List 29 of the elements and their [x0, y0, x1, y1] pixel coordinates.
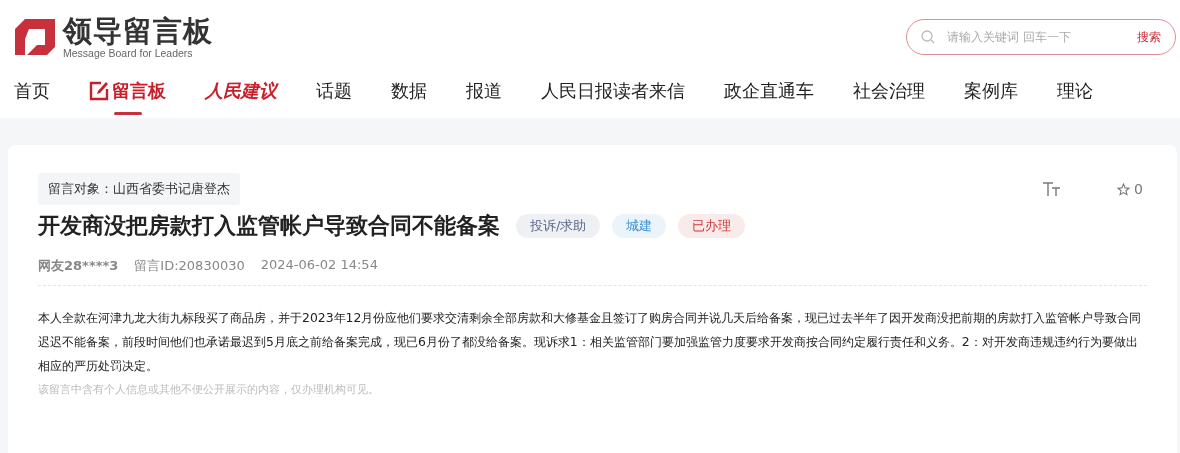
logo-subtitle: Message Board for Leaders: [63, 47, 194, 59]
logo-icon: [15, 19, 57, 55]
message-body: 本人全款在河津九龙大街九标段买了商品房，并于2023年12月份应他们要求交清剩余全部房款和大修基金且签订了购房合同并说几天后给备案，现已过去半年了因开发商没把前期的房款打入监管帐户导致合同迟迟不能备案，前段时间他们也承诺最迟到5月底之前给备案完成，现已6月份了都没给备案。现诉求1：相关监管部门要加强监管力度要求开发商按合同约定履行责任和义务。2：对开发商违规违约行为要做出相应的严历处罚决定。: [38, 309, 1143, 375]
nav-tab[interactable]: 理论: [1057, 64, 1093, 118]
nav-tab[interactable]: 首页: [14, 64, 50, 118]
message-id: 留言ID:20830030: [134, 257, 245, 275]
nav-tab[interactable]: 政企直通车: [724, 64, 814, 118]
nav-tab[interactable]: 留言板: [89, 64, 166, 118]
tag: 投诉/求助: [516, 214, 601, 238]
author-name: 网友28****3: [38, 257, 119, 275]
search-button[interactable]: 搜索: [1137, 28, 1161, 46]
nav-tab[interactable]: 报道: [466, 64, 502, 118]
nav-tab[interactable]: 社会治理: [853, 64, 925, 118]
nav-tab[interactable]: 案例库: [964, 64, 1018, 118]
tag: 已办理: [678, 214, 746, 238]
message-title: 开发商没把房款打入监管帐户导致合同不能备案: [38, 212, 500, 240]
font-size-icon[interactable]: [1043, 182, 1062, 196]
nav-tab[interactable]: 数据: [391, 64, 427, 118]
edit-icon: [89, 81, 109, 101]
nav-tab[interactable]: 人民建议: [205, 64, 277, 118]
message-time: 2024-06-02 14:54: [260, 257, 378, 274]
tag: 城建: [612, 214, 667, 238]
nav-tab[interactable]: 人民日报读者来信: [541, 64, 685, 118]
nav-tab[interactable]: 话题: [316, 64, 352, 118]
logo-title: 领导留言板: [63, 15, 213, 47]
star-icon: [1117, 182, 1131, 196]
search-icon: [921, 30, 935, 44]
message-target: 留言对象：山西省委书记唐登杰: [38, 173, 240, 205]
favorite-count[interactable]: 0: [1117, 181, 1143, 197]
